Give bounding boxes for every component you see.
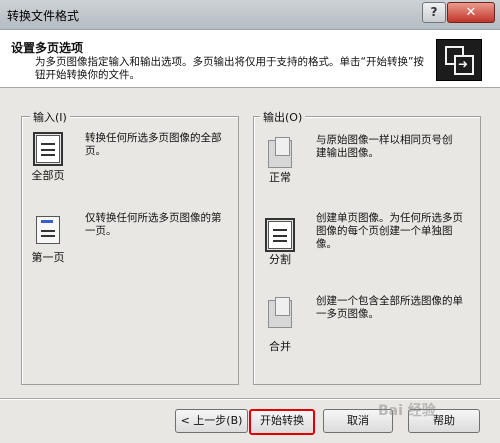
option-desc-all-pages: 转换任何所选多页图像的全部页。 <box>85 132 222 157</box>
help-title-button[interactable]: ? <box>422 2 446 23</box>
header-description: 为多页图像指定输入和输出选项。多页输出将仅用于支持的格式。单击“开始转换”按钮开… <box>35 56 424 81</box>
start-convert-button[interactable]: 开始转换 <box>249 409 315 435</box>
dialog-header: 设置多页选项 为多页图像指定输入和输出选项。多页输出将仅用于支持的格式。单击“开… <box>0 30 500 88</box>
close-button[interactable]: ✕ <box>447 2 495 23</box>
input-group-label: 输入(I) <box>30 109 70 125</box>
option-desc-split: 创建单页图像。为任何所选多页图像的每个页创建一个单独图像。 <box>316 212 463 250</box>
option-label-merge[interactable]: 合并 <box>245 338 315 354</box>
option-desc-normal: 与原始图像一样以相同页号创建输出图像。 <box>316 134 453 159</box>
window-title: 转换文件格式 <box>7 9 80 23</box>
normal-output-icon[interactable] <box>268 137 292 168</box>
multi-page-convert-icon: ➜ <box>436 39 482 81</box>
first-page-icon[interactable] <box>36 216 60 244</box>
header-title: 设置多页选项 <box>11 41 84 55</box>
back-button[interactable]: < 上一步(B) <box>175 409 248 433</box>
option-label-all-pages[interactable]: 全部页 <box>13 167 83 183</box>
option-label-normal[interactable]: 正常 <box>245 169 315 185</box>
input-group: 输入(I) 全部页 转换任何所选多页图像的全部页。 第一页 仅转换任何所选多页图… <box>21 109 239 385</box>
title-bar: 转换文件格式 ? ✕ <box>0 0 500 30</box>
output-group: 输出(O) 正常 与原始图像一样以相同页号创建输出图像。 分割 创建单页图像。为… <box>253 109 481 385</box>
option-desc-first-page: 仅转换任何所选多页图像的第一页。 <box>85 212 222 237</box>
output-group-label: 输出(O) <box>260 109 306 125</box>
merge-output-icon[interactable] <box>268 297 292 328</box>
watermark-text: Bai 经验 <box>378 403 436 419</box>
all-pages-icon[interactable] <box>33 132 63 166</box>
option-desc-merge: 创建一个包含全部所选图像的单一多页图像。 <box>316 295 463 320</box>
option-label-split[interactable]: 分割 <box>245 251 315 267</box>
option-label-first-page[interactable]: 第一页 <box>13 249 83 265</box>
split-output-icon[interactable] <box>265 218 295 252</box>
